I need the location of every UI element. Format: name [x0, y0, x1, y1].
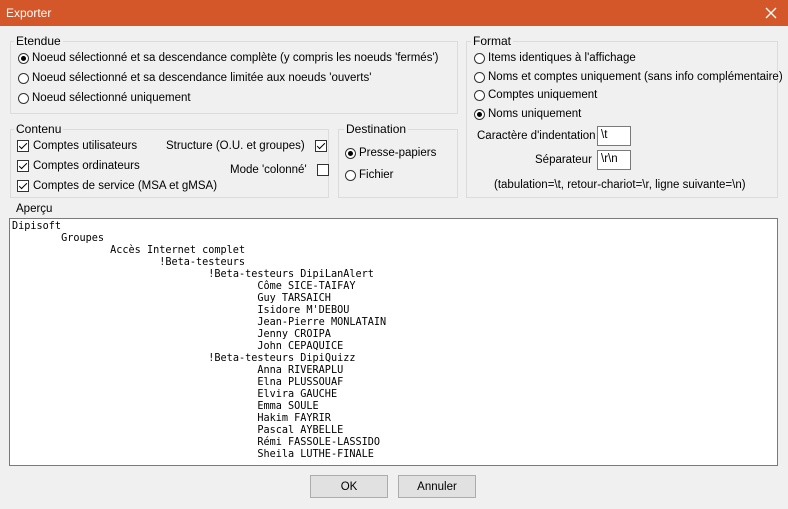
contenu-legend: Contenu: [14, 122, 64, 136]
etendue-option-open[interactable]: Noeud sélectionné et sa descendance limi…: [18, 72, 371, 84]
format-radio[interactable]: [474, 89, 485, 101]
format-option-accounts[interactable]: Comptes uniquement: [474, 89, 597, 101]
format-hint: (tabulation=\t, retour-chariot=\r, ligne…: [494, 179, 746, 191]
checkbox[interactable]: [17, 140, 29, 152]
check-label: Comptes de service (MSA et gMSA): [33, 180, 218, 192]
check-label: Comptes ordinateurs: [33, 160, 140, 172]
format-option-display[interactable]: Items identiques à l'affichage: [474, 52, 636, 64]
format-option-names[interactable]: Noms uniquement: [474, 108, 581, 120]
checkbox[interactable]: [314, 140, 327, 152]
check-label: Structure (O.U. et groupes): [166, 140, 305, 152]
apercu-label: Aperçu: [16, 203, 53, 215]
indent-input[interactable]: \t: [597, 126, 631, 146]
check-structure[interactable]: Structure (O.U. et groupes): [166, 140, 331, 152]
format-radio[interactable]: [474, 71, 485, 83]
checkbox[interactable]: [17, 180, 29, 192]
etendue-option-label: Noeud sélectionné et sa descendance limi…: [32, 72, 372, 84]
format-radio[interactable]: [474, 52, 485, 64]
close-icon[interactable]: [754, 0, 788, 26]
check-comptes-service[interactable]: Comptes de service (MSA et gMSA): [17, 180, 217, 192]
check-comptes-ordinateurs[interactable]: Comptes ordinateurs: [17, 160, 140, 172]
indent-label: Caractère d'indentation: [477, 130, 596, 142]
window-title: Exporter: [6, 6, 52, 20]
destination-radio[interactable]: [345, 169, 356, 181]
etendue-option-label: Noeud sélectionné et sa descendance comp…: [32, 52, 439, 64]
destination-option-clipboard[interactable]: Presse-papiers: [345, 147, 436, 159]
etendue-option-node[interactable]: Noeud sélectionné uniquement: [18, 92, 191, 104]
destination-group: [338, 129, 458, 198]
destination-legend: Destination: [344, 122, 409, 136]
format-option-label: Noms et comptes uniquement (sans info co…: [488, 71, 783, 83]
destination-radio[interactable]: [345, 147, 356, 159]
etendue-legend: Etendue: [14, 34, 63, 48]
format-option-label: Comptes uniquement: [488, 89, 598, 101]
etendue-radio[interactable]: [18, 92, 29, 104]
destination-option-label: Presse-papiers: [359, 147, 437, 159]
format-option-label: Noms uniquement: [488, 108, 582, 120]
etendue-radio[interactable]: [18, 72, 29, 84]
separator-label: Séparateur: [535, 154, 592, 166]
title-bar: Exporter: [0, 0, 788, 26]
preview-textarea[interactable]: Dipisoft Groupes Accès Internet complet …: [9, 218, 778, 466]
etendue-option-full[interactable]: Noeud sélectionné et sa descendance comp…: [18, 52, 438, 64]
checkbox[interactable]: [316, 164, 329, 176]
cancel-button[interactable]: Annuler: [398, 475, 476, 498]
format-radio[interactable]: [474, 108, 485, 120]
checkbox[interactable]: [17, 160, 29, 172]
format-option-names-accounts[interactable]: Noms et comptes uniquement (sans info co…: [474, 71, 783, 83]
etendue-option-label: Noeud sélectionné uniquement: [32, 92, 191, 104]
destination-option-file[interactable]: Fichier: [345, 169, 394, 181]
preview-text: Dipisoft Groupes Accès Internet complet …: [12, 221, 387, 460]
separator-input[interactable]: \r\n: [597, 150, 631, 170]
check-mode-colonne[interactable]: Mode 'colonné': [230, 164, 333, 176]
check-comptes-utilisateurs[interactable]: Comptes utilisateurs: [17, 140, 137, 152]
etendue-radio[interactable]: [18, 52, 29, 64]
format-option-label: Items identiques à l'affichage: [488, 52, 636, 64]
format-legend: Format: [471, 34, 514, 48]
ok-button[interactable]: OK: [310, 475, 388, 498]
check-label: Comptes utilisateurs: [33, 140, 138, 152]
destination-option-label: Fichier: [359, 169, 394, 181]
check-label: Mode 'colonné': [230, 164, 307, 176]
